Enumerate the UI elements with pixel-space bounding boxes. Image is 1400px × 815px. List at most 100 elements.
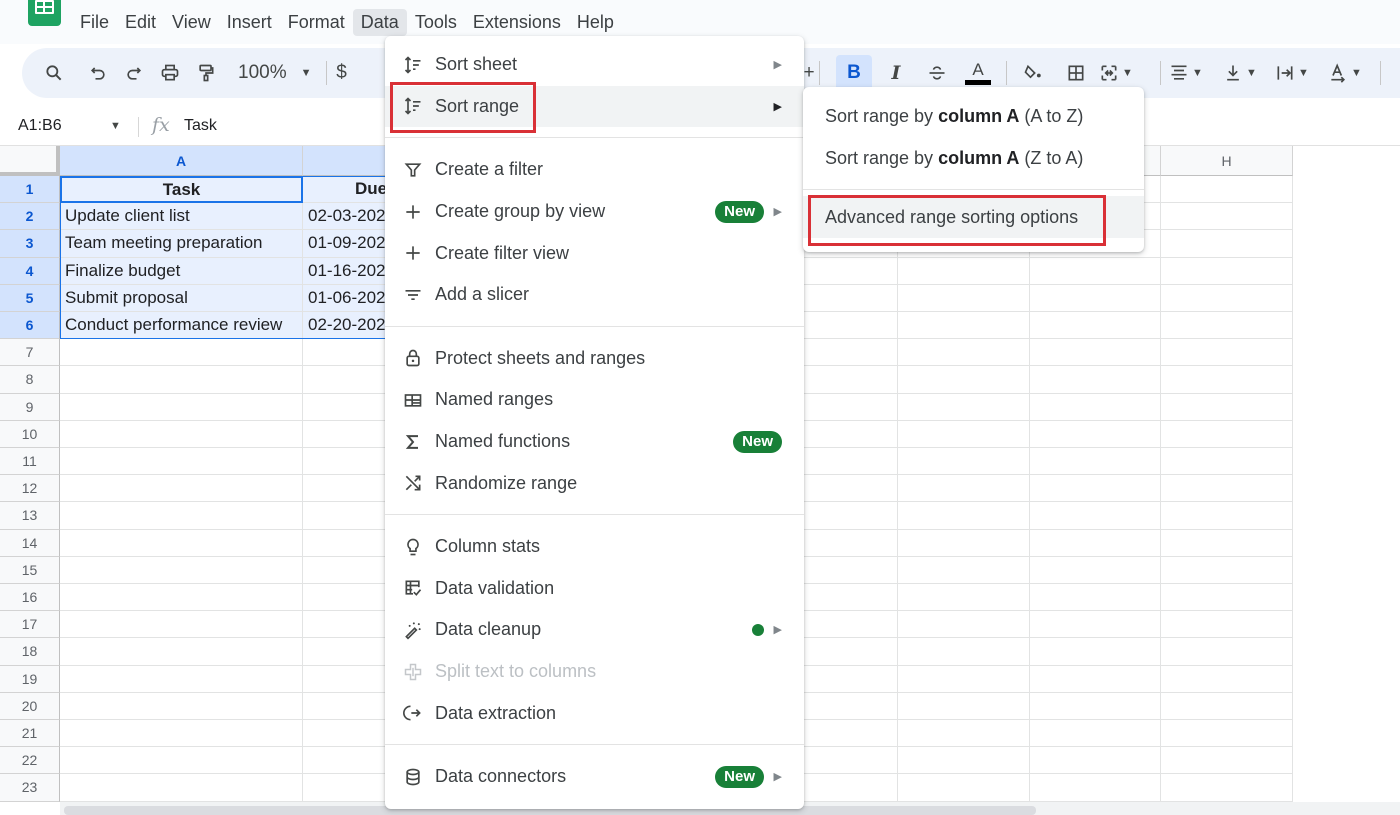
cell[interactable] <box>1030 747 1161 775</box>
row-header-8[interactable]: 8 <box>0 366 60 394</box>
cell[interactable] <box>60 420 303 448</box>
currency-format-button[interactable]: $ <box>333 55 351 91</box>
menu-item-create-group-by-view[interactable]: Create group by view New ▶ <box>385 191 804 233</box>
cell[interactable] <box>60 556 303 584</box>
cell[interactable] <box>1161 529 1293 557</box>
row-header-16[interactable]: 16 <box>0 584 60 612</box>
cell[interactable] <box>1161 339 1293 367</box>
cell[interactable] <box>1030 720 1161 748</box>
cell[interactable] <box>1161 420 1293 448</box>
cell[interactable] <box>898 638 1030 666</box>
bold-button[interactable]: B <box>836 55 872 91</box>
cell[interactable] <box>60 611 303 639</box>
cell[interactable] <box>60 584 303 612</box>
cell[interactable] <box>898 502 1030 530</box>
menu-item-column-stats[interactable]: Column stats <box>385 526 804 568</box>
row-header-17[interactable]: 17 <box>0 611 60 639</box>
cell[interactable] <box>1030 475 1161 503</box>
cell[interactable] <box>1030 339 1161 367</box>
cell[interactable] <box>1030 611 1161 639</box>
cell[interactable] <box>898 556 1030 584</box>
chevron-down-icon[interactable]: ▼ <box>110 120 121 132</box>
menu-item-data-connectors[interactable]: Data connectors New ▶ <box>385 756 804 798</box>
merge-cells-button[interactable]: ▼ <box>1098 55 1134 91</box>
cell[interactable] <box>898 420 1030 448</box>
cell[interactable] <box>60 529 303 557</box>
cell[interactable] <box>898 284 1030 312</box>
cell[interactable] <box>1030 502 1161 530</box>
header-cell[interactable] <box>1161 176 1293 204</box>
menu-insert[interactable]: Insert <box>219 9 280 36</box>
cell[interactable] <box>1030 448 1161 476</box>
cell[interactable] <box>1030 393 1161 421</box>
cell[interactable] <box>1161 692 1293 720</box>
menu-item-protect-sheets-and-ranges[interactable]: Protect sheets and ranges <box>385 338 804 380</box>
row-header-7[interactable]: 7 <box>0 339 60 367</box>
row-header-21[interactable]: 21 <box>0 720 60 748</box>
menu-item-create-filter-view[interactable]: Create filter view <box>385 232 804 274</box>
cell[interactable] <box>1161 502 1293 530</box>
cell[interactable] <box>1161 230 1293 258</box>
redo-button[interactable] <box>116 55 152 91</box>
row-header-15[interactable]: 15 <box>0 556 60 584</box>
cell[interactable] <box>1030 774 1161 802</box>
cell[interactable] <box>1030 665 1161 693</box>
cell[interactable]: Update client list <box>60 203 303 231</box>
cell[interactable] <box>1030 257 1161 285</box>
cell[interactable] <box>898 611 1030 639</box>
cell[interactable] <box>1161 611 1293 639</box>
row-header-10[interactable]: 10 <box>0 420 60 448</box>
undo-button[interactable] <box>80 55 116 91</box>
active-cell[interactable]: Task <box>60 176 303 204</box>
cell[interactable] <box>898 475 1030 503</box>
cell[interactable] <box>60 638 303 666</box>
column-header-h[interactable]: H <box>1161 146 1293 176</box>
cell[interactable] <box>1030 692 1161 720</box>
cell[interactable] <box>1161 638 1293 666</box>
cell[interactable]: Finalize budget <box>60 257 303 285</box>
sheets-logo-icon[interactable] <box>28 0 61 26</box>
cell[interactable] <box>1161 665 1293 693</box>
cell[interactable] <box>60 366 303 394</box>
cell[interactable] <box>1161 774 1293 802</box>
menu-item-data-extraction[interactable]: Data extraction <box>385 692 804 734</box>
row-header-9[interactable]: 9 <box>0 393 60 421</box>
borders-button[interactable] <box>1058 55 1094 91</box>
formula-input[interactable]: Task <box>184 117 217 135</box>
cell[interactable]: Submit proposal <box>60 284 303 312</box>
cell[interactable] <box>1161 584 1293 612</box>
menu-format[interactable]: Format <box>280 9 353 36</box>
cell[interactable] <box>60 692 303 720</box>
menu-item-named-ranges[interactable]: Named ranges <box>385 379 804 421</box>
row-header-19[interactable]: 19 <box>0 665 60 693</box>
menu-tools[interactable]: Tools <box>407 9 465 36</box>
row-header-22[interactable]: 22 <box>0 747 60 775</box>
text-wrapping-button[interactable]: ▼ <box>1274 55 1310 91</box>
menu-item-add-a-slicer[interactable]: Add a slicer <box>385 274 804 316</box>
text-rotation-button[interactable]: ▼ <box>1327 55 1363 91</box>
cell[interactable] <box>1161 393 1293 421</box>
cell[interactable] <box>898 774 1030 802</box>
menu-extensions[interactable]: Extensions <box>465 9 569 36</box>
cell[interactable] <box>1161 556 1293 584</box>
row-header-4[interactable]: 4 <box>0 257 60 285</box>
cell[interactable] <box>898 720 1030 748</box>
menu-data[interactable]: Data <box>352 8 407 36</box>
cell[interactable] <box>1030 312 1161 340</box>
advanced-range-sorting-option[interactable]: Advanced range sorting options <box>803 196 1144 238</box>
cell[interactable] <box>898 747 1030 775</box>
menu-view[interactable]: View <box>164 9 219 36</box>
cell[interactable] <box>1030 584 1161 612</box>
cell[interactable] <box>898 665 1030 693</box>
zoom-select[interactable]: 100% ▼ <box>238 55 312 91</box>
menu-item-data-cleanup[interactable]: Data cleanup ▶ <box>385 609 804 651</box>
column-header-a[interactable]: A <box>60 146 303 176</box>
print-button[interactable] <box>152 55 188 91</box>
row-header-5[interactable]: 5 <box>0 284 60 312</box>
cell[interactable] <box>60 747 303 775</box>
cell[interactable] <box>1161 366 1293 394</box>
cell[interactable] <box>1030 284 1161 312</box>
cell[interactable] <box>60 774 303 802</box>
cell[interactable] <box>1161 448 1293 476</box>
sort-a-to-z-option[interactable]: Sort range by column A (A to Z) <box>803 95 1144 137</box>
